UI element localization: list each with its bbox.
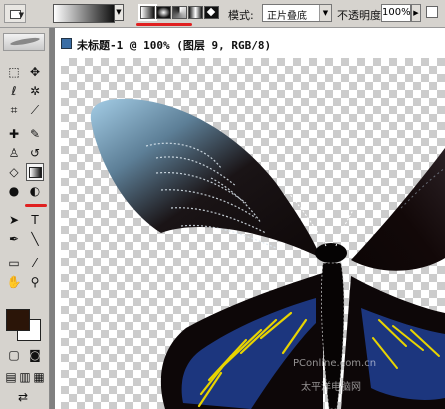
document-icon bbox=[61, 38, 72, 49]
right-forewing bbox=[351, 148, 445, 271]
reverse-checkbox[interactable] bbox=[426, 6, 438, 18]
toolbox-header bbox=[3, 33, 45, 51]
gradient-swatch[interactable] bbox=[53, 4, 115, 23]
mode-select[interactable]: 正片叠底 ▼ bbox=[262, 4, 332, 22]
chevron-down-icon: ▼ bbox=[18, 11, 24, 19]
eyedropper-tool-icon[interactable]: ⁄ bbox=[26, 254, 44, 272]
magic-wand-tool-icon[interactable]: ✲ bbox=[26, 82, 44, 100]
options-bar: ▼ ▼ 模式: 正片叠底 ▼ 不透明度: 100% ▶ bbox=[0, 0, 445, 28]
opacity-field[interactable]: 100% bbox=[381, 4, 411, 22]
reflected-gradient-button[interactable] bbox=[188, 6, 203, 19]
toolbox: ⬚ ✥ ℓ ✲ ⌗ ⟋ ✚ ✎ ♙ ↺ ◇ ● ◐ ➤ T ✒ ╲ ▭ ⁄ ✋ … bbox=[0, 28, 50, 409]
document-window: 未标题-1 @ 100% (图层 9, RGB/8) PConline.com.… bbox=[55, 28, 445, 409]
screen-mode-full-icon[interactable]: ▦ bbox=[30, 368, 48, 386]
brush-tool-icon[interactable]: ✎ bbox=[26, 125, 44, 143]
lasso-tool-icon[interactable]: ℓ bbox=[5, 82, 23, 100]
opacity-label: 不透明度: bbox=[337, 9, 385, 22]
quick-mask-mode-icon[interactable]: ◙ bbox=[26, 346, 44, 364]
butterfly-head bbox=[315, 243, 347, 263]
butterfly-artwork bbox=[90, 98, 445, 409]
left-forewing bbox=[90, 98, 322, 258]
opacity-slider-button[interactable]: ▶ bbox=[411, 4, 421, 22]
feather-logo-icon bbox=[9, 36, 41, 47]
jump-to-imageready-icon[interactable]: ⇄ bbox=[14, 388, 32, 406]
document-title: 未标题-1 @ 100% (图层 9, RGB/8) bbox=[77, 39, 272, 52]
document-title-bar: 未标题-1 @ 100% (图层 9, RGB/8) bbox=[55, 36, 445, 52]
slice-tool-icon[interactable]: ⟋ bbox=[26, 101, 44, 119]
gradient-dropdown-button[interactable]: ▼ bbox=[114, 4, 124, 21]
zoom-tool-icon[interactable]: ⚲ bbox=[26, 273, 44, 291]
hand-tool-icon[interactable]: ✋ bbox=[5, 273, 23, 291]
dodge-tool-icon[interactable]: ◐ bbox=[26, 182, 44, 200]
healing-brush-tool-icon[interactable]: ✚ bbox=[5, 125, 23, 143]
highlight-underline bbox=[25, 204, 47, 207]
foreground-color-swatch[interactable] bbox=[6, 309, 30, 331]
clone-stamp-tool-icon[interactable]: ♙ bbox=[5, 144, 23, 162]
standard-mode-icon[interactable]: ▢ bbox=[5, 346, 23, 364]
pen-tool-icon[interactable]: ✒ bbox=[5, 230, 23, 248]
mode-label: 模式: bbox=[228, 9, 254, 22]
canvas[interactable]: PConline.com.cn 太平洋电脑网 bbox=[61, 58, 445, 409]
history-brush-tool-icon[interactable]: ↺ bbox=[26, 144, 44, 162]
type-tool-icon[interactable]: T bbox=[26, 211, 44, 229]
move-tool-icon[interactable]: ✥ bbox=[26, 63, 44, 81]
tool-preset-picker[interactable]: ▼ bbox=[4, 4, 26, 23]
angle-gradient-button[interactable] bbox=[172, 6, 187, 19]
marquee-tool-icon[interactable]: ⬚ bbox=[5, 63, 23, 81]
gradient-tool-icon[interactable] bbox=[26, 163, 44, 181]
blur-tool-icon[interactable]: ● bbox=[5, 182, 23, 200]
mode-value: 正片叠底 bbox=[267, 11, 307, 22]
path-selection-tool-icon[interactable]: ➤ bbox=[5, 211, 23, 229]
watermark-text: PConline.com.cn bbox=[293, 358, 377, 369]
eraser-tool-icon[interactable]: ◇ bbox=[5, 163, 23, 181]
diamond-gradient-button[interactable] bbox=[204, 6, 219, 19]
crop-tool-icon[interactable]: ⌗ bbox=[5, 101, 23, 119]
chevron-down-icon: ▼ bbox=[319, 5, 331, 21]
notes-tool-icon[interactable]: ▭ bbox=[5, 254, 23, 272]
watermark-text-cn: 太平洋电脑网 bbox=[301, 382, 361, 393]
linear-gradient-button[interactable] bbox=[138, 4, 157, 21]
highlight-underline bbox=[136, 23, 192, 26]
radial-gradient-button[interactable] bbox=[156, 6, 171, 19]
line-tool-icon[interactable]: ╲ bbox=[26, 230, 44, 248]
